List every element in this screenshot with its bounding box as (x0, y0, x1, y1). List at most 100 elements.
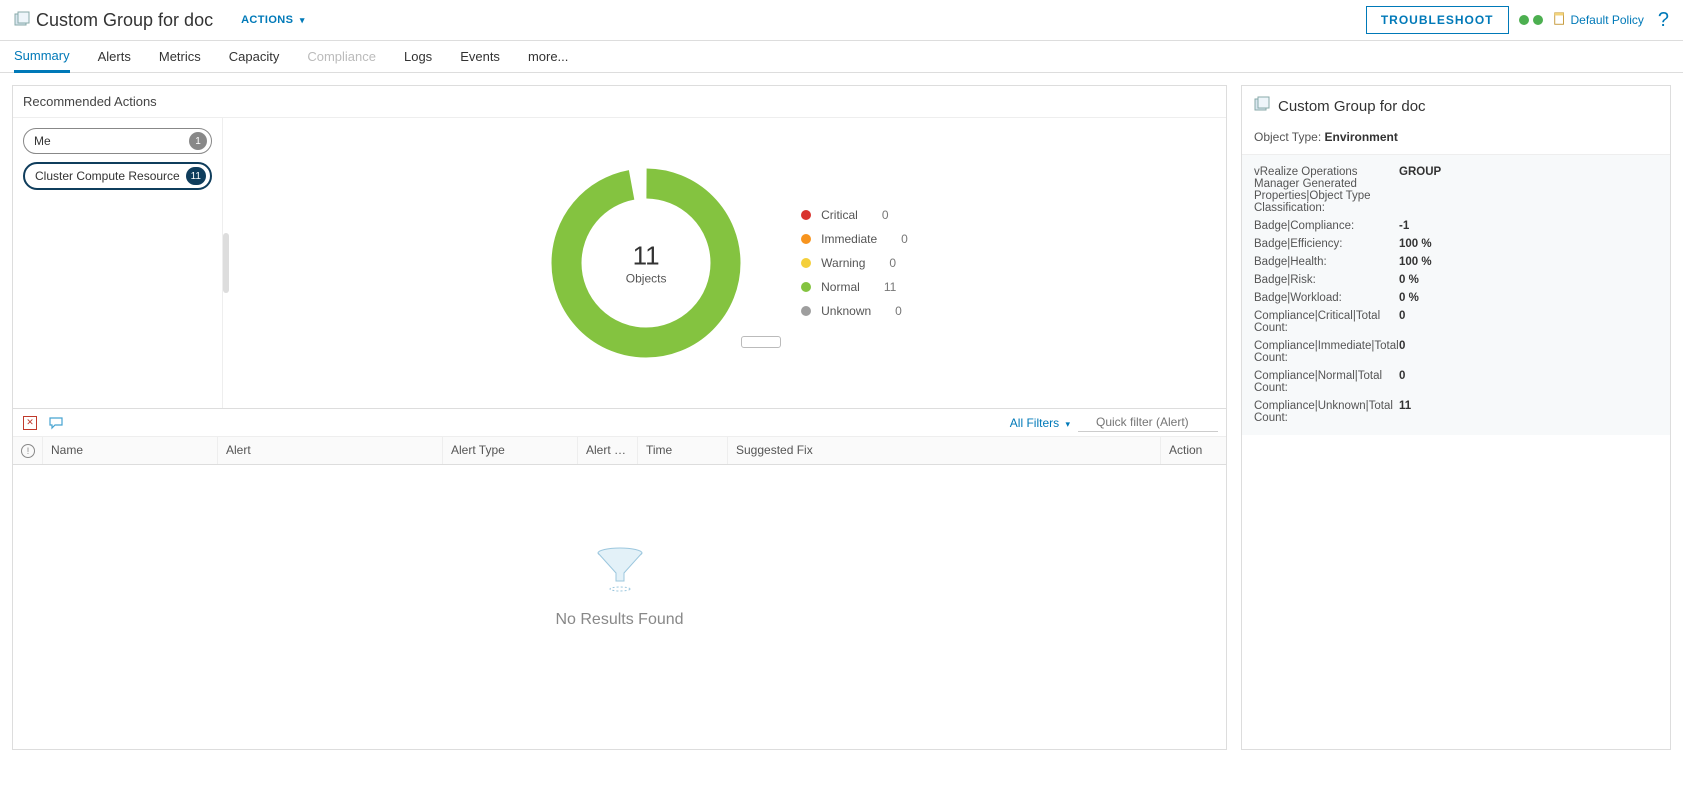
legend-label: Normal (821, 280, 860, 294)
legend-label: Unknown (821, 304, 871, 318)
chevron-down-icon: ▾ (300, 15, 305, 25)
policy-label: Default Policy (1571, 13, 1644, 27)
donut-center-value: 11 (626, 241, 667, 272)
group-icon (1254, 96, 1270, 116)
col-alert-type[interactable]: Alert Type (443, 437, 578, 464)
object-type-value: Environment (1325, 130, 1398, 144)
legend-label: Immediate (821, 232, 877, 246)
tab-more[interactable]: more... (528, 41, 568, 72)
legend-warning: Warning 0 (801, 256, 908, 270)
col-suggested-fix[interactable]: Suggested Fix (728, 437, 1161, 464)
property-key: Compliance|Unknown|Total Count: (1254, 400, 1399, 424)
property-key: Compliance|Normal|Total Count: (1254, 370, 1399, 394)
chip-count: 11 (186, 167, 206, 185)
tab-summary[interactable]: Summary (14, 42, 70, 73)
tab-events[interactable]: Events (460, 41, 500, 72)
property-row: Compliance|Critical|Total Count:0 (1254, 307, 1658, 337)
legend-dot-icon (801, 258, 811, 268)
property-value: 100 % (1399, 238, 1432, 250)
alert-chat-icon[interactable] (47, 414, 65, 432)
group-icon (14, 11, 30, 30)
legend-dot-icon (801, 234, 811, 244)
actions-dropdown[interactable]: ACTIONS ▾ (241, 14, 305, 26)
quick-filter-input[interactable] (1078, 413, 1218, 432)
status-indicators (1519, 15, 1543, 25)
legend-label: Critical (821, 208, 858, 222)
legend-normal: Normal 11 (801, 280, 908, 294)
property-key: Badge|Health: (1254, 256, 1399, 268)
chart-slider-thumb[interactable] (741, 336, 781, 348)
vertical-scrollbar[interactable] (223, 233, 229, 293)
legend-value: 0 (889, 256, 896, 270)
tab-alerts[interactable]: Alerts (98, 41, 131, 72)
all-filters-dropdown[interactable]: All Filters ▾ (1010, 416, 1070, 430)
chart-legend: Critical 0 Immediate 0 Warning 0 (801, 208, 908, 318)
property-value: 0 % (1399, 274, 1419, 286)
objects-donut-chart: 11 Objects (541, 158, 751, 368)
tab-capacity[interactable]: Capacity (229, 41, 280, 72)
property-key: vRealize Operations Manager Generated Pr… (1254, 166, 1399, 214)
no-results-placeholder: No Results Found (13, 465, 1226, 749)
property-row: Compliance|Normal|Total Count:0 (1254, 367, 1658, 397)
object-type-label: Object Type: (1254, 130, 1321, 144)
property-key: Badge|Efficiency: (1254, 238, 1399, 250)
legend-label: Warning (821, 256, 865, 270)
col-alert-subtype[interactable]: Alert Subt... (578, 437, 638, 464)
property-row: Badge|Health:100 % (1254, 253, 1658, 271)
property-value: GROUP (1399, 166, 1441, 214)
col-time[interactable]: Time (638, 437, 728, 464)
property-key: Compliance|Critical|Total Count: (1254, 310, 1399, 334)
property-key: Compliance|Immediate|Total Count: (1254, 340, 1399, 364)
chip-count: 1 (189, 132, 207, 150)
legend-value: 11 (884, 280, 896, 294)
chip-label: Me (34, 134, 51, 148)
tab-logs[interactable]: Logs (404, 41, 432, 72)
property-row: Badge|Compliance:-1 (1254, 217, 1658, 235)
tab-metrics[interactable]: Metrics (159, 41, 201, 72)
col-name[interactable]: Name (43, 437, 218, 464)
chevron-down-icon: ▾ (1065, 419, 1070, 429)
property-value: 0 (1399, 310, 1405, 334)
property-row: vRealize Operations Manager Generated Pr… (1254, 163, 1658, 217)
actions-label: ACTIONS (241, 14, 293, 26)
health-dot-icon (1519, 15, 1529, 25)
health-dot-icon (1533, 15, 1543, 25)
filter-chip-cluster[interactable]: Cluster Compute Resource 11 (23, 162, 212, 190)
legend-critical: Critical 0 (801, 208, 908, 222)
legend-value: 0 (895, 304, 902, 318)
property-row: Compliance|Unknown|Total Count:11 (1254, 397, 1658, 427)
property-value: 0 % (1399, 292, 1419, 304)
recommended-actions-title: Recommended Actions (13, 86, 1226, 118)
chip-label: Cluster Compute Resource (35, 169, 180, 183)
property-row: Badge|Efficiency:100 % (1254, 235, 1658, 253)
property-key: Badge|Workload: (1254, 292, 1399, 304)
help-icon[interactable]: ? (1658, 9, 1669, 32)
no-results-text: No Results Found (555, 611, 683, 629)
col-action[interactable]: Action (1161, 437, 1226, 464)
side-panel-title: Custom Group for doc (1278, 98, 1426, 115)
property-value: -1 (1399, 220, 1409, 232)
col-status-icon[interactable]: ! (13, 437, 43, 464)
policy-link[interactable]: Default Policy (1553, 12, 1644, 29)
page-title: Custom Group for doc (36, 10, 213, 31)
legend-dot-icon (801, 306, 811, 316)
policy-icon (1553, 12, 1567, 29)
legend-value: 0 (882, 208, 889, 222)
property-value: 0 (1399, 370, 1405, 394)
col-alert[interactable]: Alert (218, 437, 443, 464)
donut-center-label: Objects (626, 272, 667, 286)
property-value: 100 % (1399, 256, 1432, 268)
filter-chip-me[interactable]: Me 1 (23, 128, 212, 154)
property-row: Badge|Risk:0 % (1254, 271, 1658, 289)
legend-unknown: Unknown 0 (801, 304, 908, 318)
funnel-icon (590, 545, 650, 595)
legend-value: 0 (901, 232, 908, 246)
all-filters-label: All Filters (1010, 416, 1059, 430)
clear-alert-icon[interactable]: ✕ (21, 414, 39, 432)
property-value: 11 (1399, 400, 1411, 424)
property-row: Badge|Workload:0 % (1254, 289, 1658, 307)
legend-immediate: Immediate 0 (801, 232, 908, 246)
tab-compliance: Compliance (307, 41, 376, 72)
troubleshoot-button[interactable]: TROUBLESHOOT (1366, 6, 1509, 34)
legend-dot-icon (801, 282, 811, 292)
